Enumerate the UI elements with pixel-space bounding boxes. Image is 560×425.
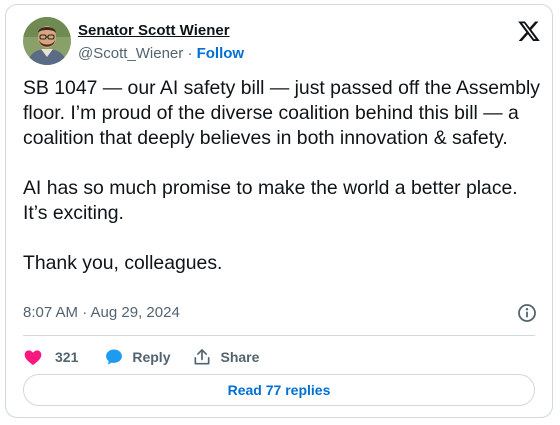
tweet-card: Senator Scott Wiener @Scott_Wiener · Fol…: [5, 4, 553, 418]
like-button[interactable]: 321: [23, 347, 78, 367]
tweet-timestamp[interactable]: 8:07 AM · Aug 29, 2024: [23, 304, 180, 321]
author-handle-line: @Scott_Wiener · Follow: [78, 45, 244, 62]
author-handle[interactable]: @Scott_Wiener: [78, 45, 183, 62]
share-upload-icon: [194, 349, 210, 365]
author-name[interactable]: Senator Scott Wiener: [78, 22, 230, 39]
tweet-text: SB 1047 — our AI safety bill — just pass…: [23, 77, 540, 274]
reply-label: Reply: [132, 349, 171, 365]
like-count: 321: [55, 349, 79, 365]
heart-icon: [24, 350, 42, 365]
avatar[interactable]: [23, 17, 71, 65]
divider: [23, 335, 535, 336]
info-icon[interactable]: [517, 303, 537, 323]
share-label: Share: [220, 349, 260, 365]
reply-button[interactable]: Reply: [104, 347, 170, 367]
read-replies-button[interactable]: Read 77 replies: [23, 374, 535, 406]
follow-button[interactable]: Follow: [197, 45, 245, 62]
speech-bubble-icon: [106, 349, 123, 365]
separator-dot: ·: [187, 45, 193, 62]
x-logo-icon[interactable]: [517, 19, 541, 43]
action-bar: 321 Reply Share: [23, 342, 259, 372]
share-button[interactable]: Share: [192, 347, 259, 367]
